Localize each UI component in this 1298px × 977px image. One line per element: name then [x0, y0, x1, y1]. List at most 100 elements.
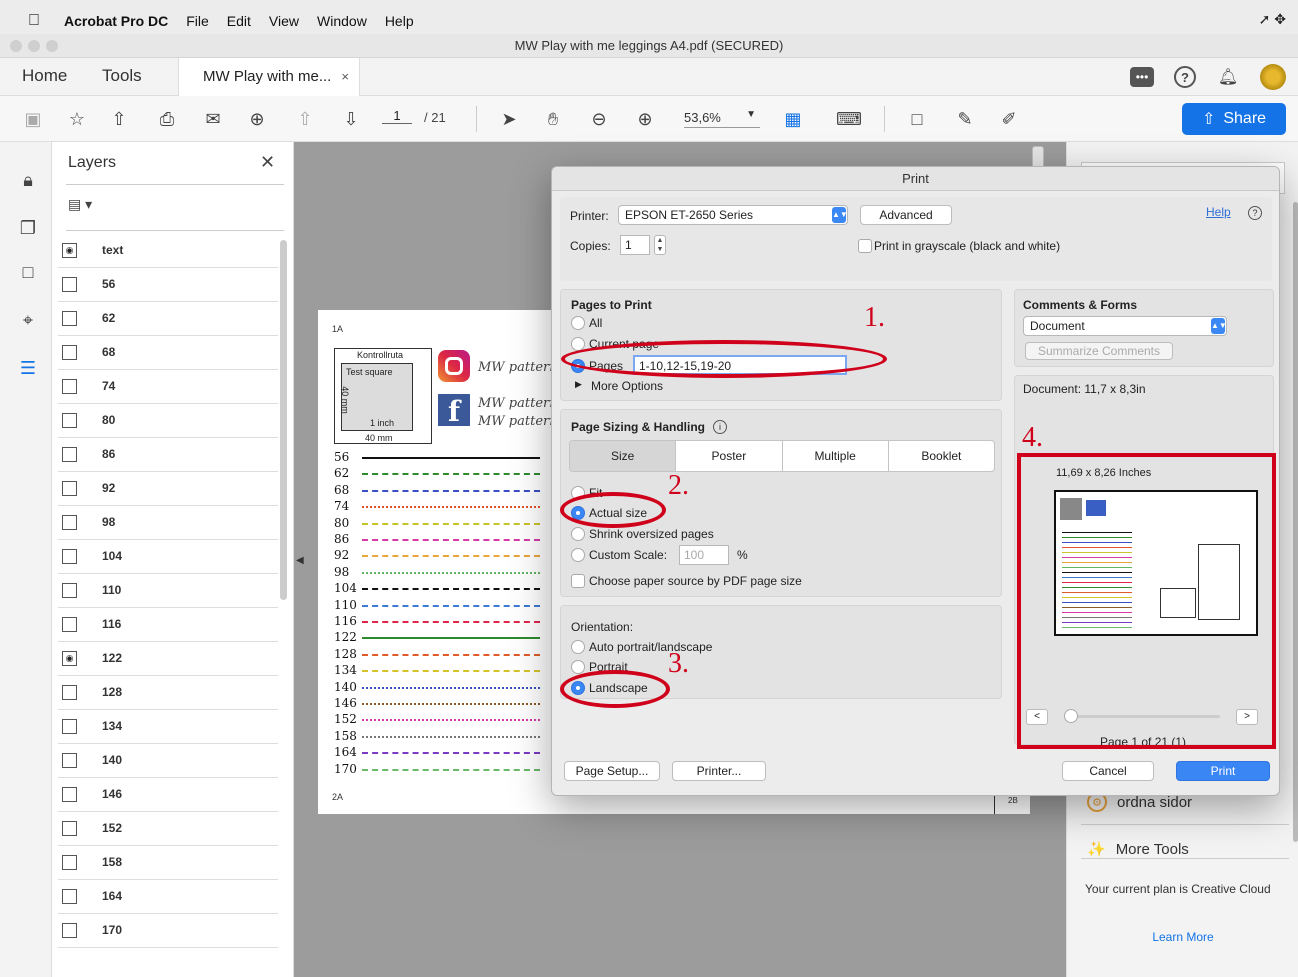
custom-scale-radio[interactable]: [571, 548, 585, 562]
page-down-icon[interactable]: ⇩: [338, 106, 364, 132]
layer-row[interactable]: 92: [58, 472, 278, 506]
lock-icon[interactable]: 🔒︎: [16, 168, 40, 192]
menu-edit[interactable]: Edit: [227, 13, 251, 29]
portrait-radio[interactable]: [571, 660, 585, 674]
grayscale-checkbox[interactable]: [858, 239, 872, 253]
layer-row[interactable]: 98: [58, 506, 278, 540]
summarize-comments-button[interactable]: Summarize Comments: [1025, 342, 1173, 360]
help-question-icon[interactable]: ?: [1248, 206, 1262, 220]
layers-scrollbar[interactable]: [280, 240, 287, 600]
help-link[interactable]: Help: [1206, 205, 1231, 219]
eye-icon[interactable]: ◉: [62, 651, 77, 666]
zoom-in-icon[interactable]: ⊕: [632, 106, 658, 132]
bookmark-icon[interactable]: □: [16, 260, 40, 284]
cancel-button[interactable]: Cancel: [1062, 761, 1154, 781]
page-up-icon[interactable]: ⇧: [292, 106, 318, 132]
comments-forms-select[interactable]: Document ▲▼: [1023, 316, 1227, 336]
zoom-window-icon[interactable]: [46, 40, 58, 52]
booklet-tab[interactable]: Booklet: [889, 441, 994, 471]
learn-more-link[interactable]: Learn More: [1067, 930, 1298, 944]
all-pages-radio[interactable]: [571, 316, 585, 330]
close-tab-icon[interactable]: ×: [341, 58, 349, 96]
layer-row[interactable]: 86: [58, 438, 278, 472]
layer-visibility-checkbox[interactable]: [62, 311, 77, 326]
layer-visibility-checkbox[interactable]: [62, 583, 77, 598]
email-icon[interactable]: ✉: [200, 106, 226, 132]
copies-stepper[interactable]: ▲ ▼: [654, 235, 666, 255]
layer-row[interactable]: 104: [58, 540, 278, 574]
auto-orientation-radio[interactable]: [571, 640, 585, 654]
copies-input[interactable]: 1: [620, 235, 650, 255]
shrink-radio[interactable]: [571, 527, 585, 541]
fit-page-icon[interactable]: ▦: [780, 106, 806, 132]
status-icons[interactable]: ➚ ✥: [1259, 11, 1286, 28]
menu-view[interactable]: View: [269, 13, 299, 29]
sign-icon[interactable]: ✐: [996, 106, 1022, 132]
layer-visibility-checkbox[interactable]: [62, 923, 77, 938]
tab-document[interactable]: MW Play with me... ×: [178, 58, 360, 96]
comment-icon[interactable]: •••: [1130, 67, 1154, 87]
layer-row[interactable]: 158: [58, 846, 278, 880]
menu-file[interactable]: File: [186, 13, 209, 29]
keyboard-icon[interactable]: ⌨: [836, 106, 862, 132]
poster-tab[interactable]: Poster: [676, 441, 783, 471]
layer-row[interactable]: 80: [58, 404, 278, 438]
layer-row[interactable]: 170: [58, 914, 278, 948]
tab-home[interactable]: Home: [22, 66, 67, 86]
menu-app-name[interactable]: Acrobat Pro DC: [64, 13, 168, 29]
paper-source-checkbox[interactable]: [571, 574, 585, 588]
more-options-label[interactable]: More Options: [591, 379, 663, 393]
layer-row[interactable]: 56: [58, 268, 278, 302]
custom-scale-input[interactable]: 100: [679, 545, 729, 565]
layer-row[interactable]: 110: [58, 574, 278, 608]
star-icon[interactable]: ☆: [64, 106, 90, 132]
help-icon[interactable]: ?: [1174, 66, 1196, 88]
zoom-level-select[interactable]: 53,6% ▼: [684, 109, 760, 128]
advanced-button[interactable]: Advanced: [860, 205, 952, 225]
zoom-out-icon[interactable]: ⊖: [586, 106, 612, 132]
layer-visibility-checkbox[interactable]: [62, 753, 77, 768]
attachment-icon[interactable]: ⌖: [16, 308, 40, 332]
bell-icon[interactable]: 🔔︎: [1216, 65, 1240, 89]
layer-visibility-checkbox[interactable]: [62, 413, 77, 428]
layer-options-icon[interactable]: ▤ ▾: [68, 196, 92, 213]
select-cursor-icon[interactable]: ➤: [496, 106, 522, 132]
layer-row[interactable]: 140: [58, 744, 278, 778]
avatar[interactable]: [1260, 64, 1286, 90]
page-thumbnails-icon[interactable]: ❐: [16, 216, 40, 240]
menu-help[interactable]: Help: [385, 13, 414, 29]
hand-icon[interactable]: ✋︎: [540, 106, 566, 132]
printer-button[interactable]: Printer...: [672, 761, 766, 781]
minimize-window-icon[interactable]: [28, 40, 40, 52]
layer-visibility-checkbox[interactable]: [62, 481, 77, 496]
printer-select[interactable]: EPSON ET-2650 Series ▲▼: [618, 205, 848, 225]
layer-row[interactable]: ◉ text: [58, 234, 278, 268]
highlight-pen-icon[interactable]: ✎: [952, 106, 978, 132]
size-tab[interactable]: Size: [570, 441, 677, 471]
page-number-input[interactable]: 1: [382, 108, 412, 124]
info-icon[interactable]: i: [713, 420, 727, 434]
layer-visibility-checkbox[interactable]: [62, 549, 77, 564]
page-setup-button[interactable]: Page Setup...: [564, 761, 660, 781]
layer-row[interactable]: 164: [58, 880, 278, 914]
eye-icon[interactable]: ◉: [62, 243, 77, 258]
layer-visibility-checkbox[interactable]: [62, 617, 77, 632]
zoom-search-icon[interactable]: ⊕: [244, 106, 270, 132]
layer-visibility-checkbox[interactable]: [62, 855, 77, 870]
print-button[interactable]: Print: [1176, 761, 1270, 781]
layer-row[interactable]: 128: [58, 676, 278, 710]
layer-row[interactable]: 62: [58, 302, 278, 336]
layer-visibility-checkbox[interactable]: [62, 685, 77, 700]
menu-window[interactable]: Window: [317, 13, 367, 29]
layer-visibility-checkbox[interactable]: [62, 447, 77, 462]
layer-visibility-checkbox[interactable]: [62, 889, 77, 904]
disclosure-triangle-icon[interactable]: ▶: [575, 379, 582, 390]
layer-row[interactable]: 152: [58, 812, 278, 846]
save-icon[interactable]: ▣: [20, 106, 46, 132]
collapse-panel-icon[interactable]: ◀: [296, 555, 316, 571]
apple-icon[interactable]: : [28, 12, 50, 30]
close-icon[interactable]: ✕: [260, 152, 275, 173]
layer-row[interactable]: 134: [58, 710, 278, 744]
upload-cloud-icon[interactable]: ⇧: [106, 106, 132, 132]
tools-scrollbar[interactable]: [1293, 202, 1298, 842]
